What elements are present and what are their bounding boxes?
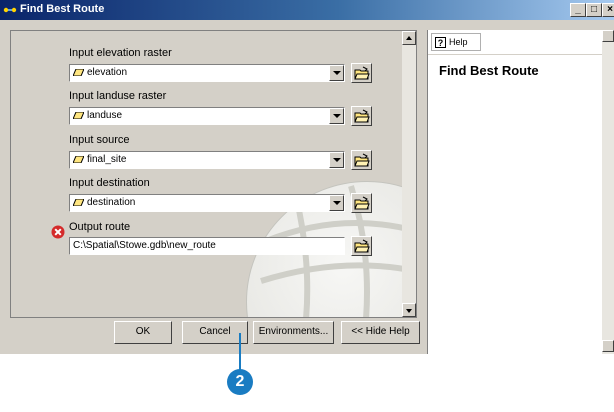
output-route-value: C:\Spatial\Stowe.gdb\new_route (73, 240, 216, 251)
open-folder-icon (354, 239, 370, 253)
vertical-scrollbar[interactable] (402, 31, 416, 317)
elevation-raster-label: Input elevation raster (69, 47, 172, 59)
source-combo[interactable]: final_site (69, 151, 345, 169)
svg-text:?: ? (438, 38, 444, 48)
browse-button[interactable] (351, 150, 372, 170)
help-toolbar-divider (428, 54, 614, 55)
scroll-down-arrow[interactable] (602, 340, 614, 352)
output-route-field[interactable]: C:\Spatial\Stowe.gdb\new_route (69, 237, 345, 255)
environments-button[interactable]: Environments... (253, 321, 334, 344)
open-folder-icon (354, 153, 370, 167)
model-icon (3, 7, 17, 13)
ok-button[interactable]: OK (114, 321, 172, 344)
step-callout-badge: 2 (227, 369, 253, 395)
browse-button[interactable] (351, 63, 372, 83)
minimize-button[interactable]: _ (570, 3, 586, 17)
help-panel: ? Help Find Best Route (427, 30, 614, 354)
dropdown-arrow-button[interactable] (329, 65, 344, 81)
window-title: Find Best Route (20, 3, 105, 15)
scroll-up-arrow[interactable] (402, 31, 416, 45)
scroll-up-arrow[interactable] (602, 30, 614, 42)
source-value: final_site (87, 154, 127, 165)
dropdown-arrow-button[interactable] (329, 152, 344, 168)
browse-button[interactable] (351, 236, 372, 256)
raster-layer-icon (73, 199, 84, 206)
destination-label: Input destination (69, 177, 150, 189)
scroll-down-arrow[interactable] (402, 303, 416, 317)
landuse-raster-value: landuse (87, 110, 123, 121)
open-folder-icon (354, 109, 370, 123)
open-folder-icon (354, 196, 370, 210)
error-icon (51, 225, 65, 239)
raster-layer-icon (73, 156, 84, 163)
raster-layer-icon (73, 69, 84, 76)
tool-dialog-window: Find Best Route _ □ × Input elevation ra… (0, 0, 614, 354)
hide-help-button[interactable]: << Hide Help (341, 321, 420, 344)
open-folder-icon (354, 66, 370, 80)
maximize-button[interactable]: □ (586, 3, 602, 17)
help-button-label: Help (449, 37, 468, 47)
help-icon: ? (435, 37, 446, 48)
landuse-raster-label: Input landuse raster (69, 90, 167, 102)
parameters-panel: Input elevation raster elevation Input l… (10, 30, 417, 318)
landuse-raster-combo[interactable]: landuse (69, 107, 345, 125)
destination-value: destination (87, 197, 136, 208)
source-label: Input source (69, 134, 130, 146)
help-scrollbar[interactable] (602, 30, 614, 354)
browse-button[interactable] (351, 193, 372, 213)
close-button[interactable]: × (602, 3, 614, 17)
output-route-label: Output route (69, 221, 131, 233)
browse-button[interactable] (351, 106, 372, 126)
elevation-raster-value: elevation (87, 67, 128, 78)
help-button[interactable]: ? Help (431, 33, 481, 51)
dropdown-arrow-button[interactable] (329, 108, 344, 124)
destination-combo[interactable]: destination (69, 194, 345, 212)
callout-leader-line (239, 333, 241, 370)
elevation-raster-combo[interactable]: elevation (69, 64, 345, 82)
help-title: Find Best Route (439, 63, 539, 78)
dropdown-arrow-button[interactable] (329, 195, 344, 211)
raster-layer-icon (73, 112, 84, 119)
title-bar[interactable]: Find Best Route _ □ × (0, 0, 614, 20)
